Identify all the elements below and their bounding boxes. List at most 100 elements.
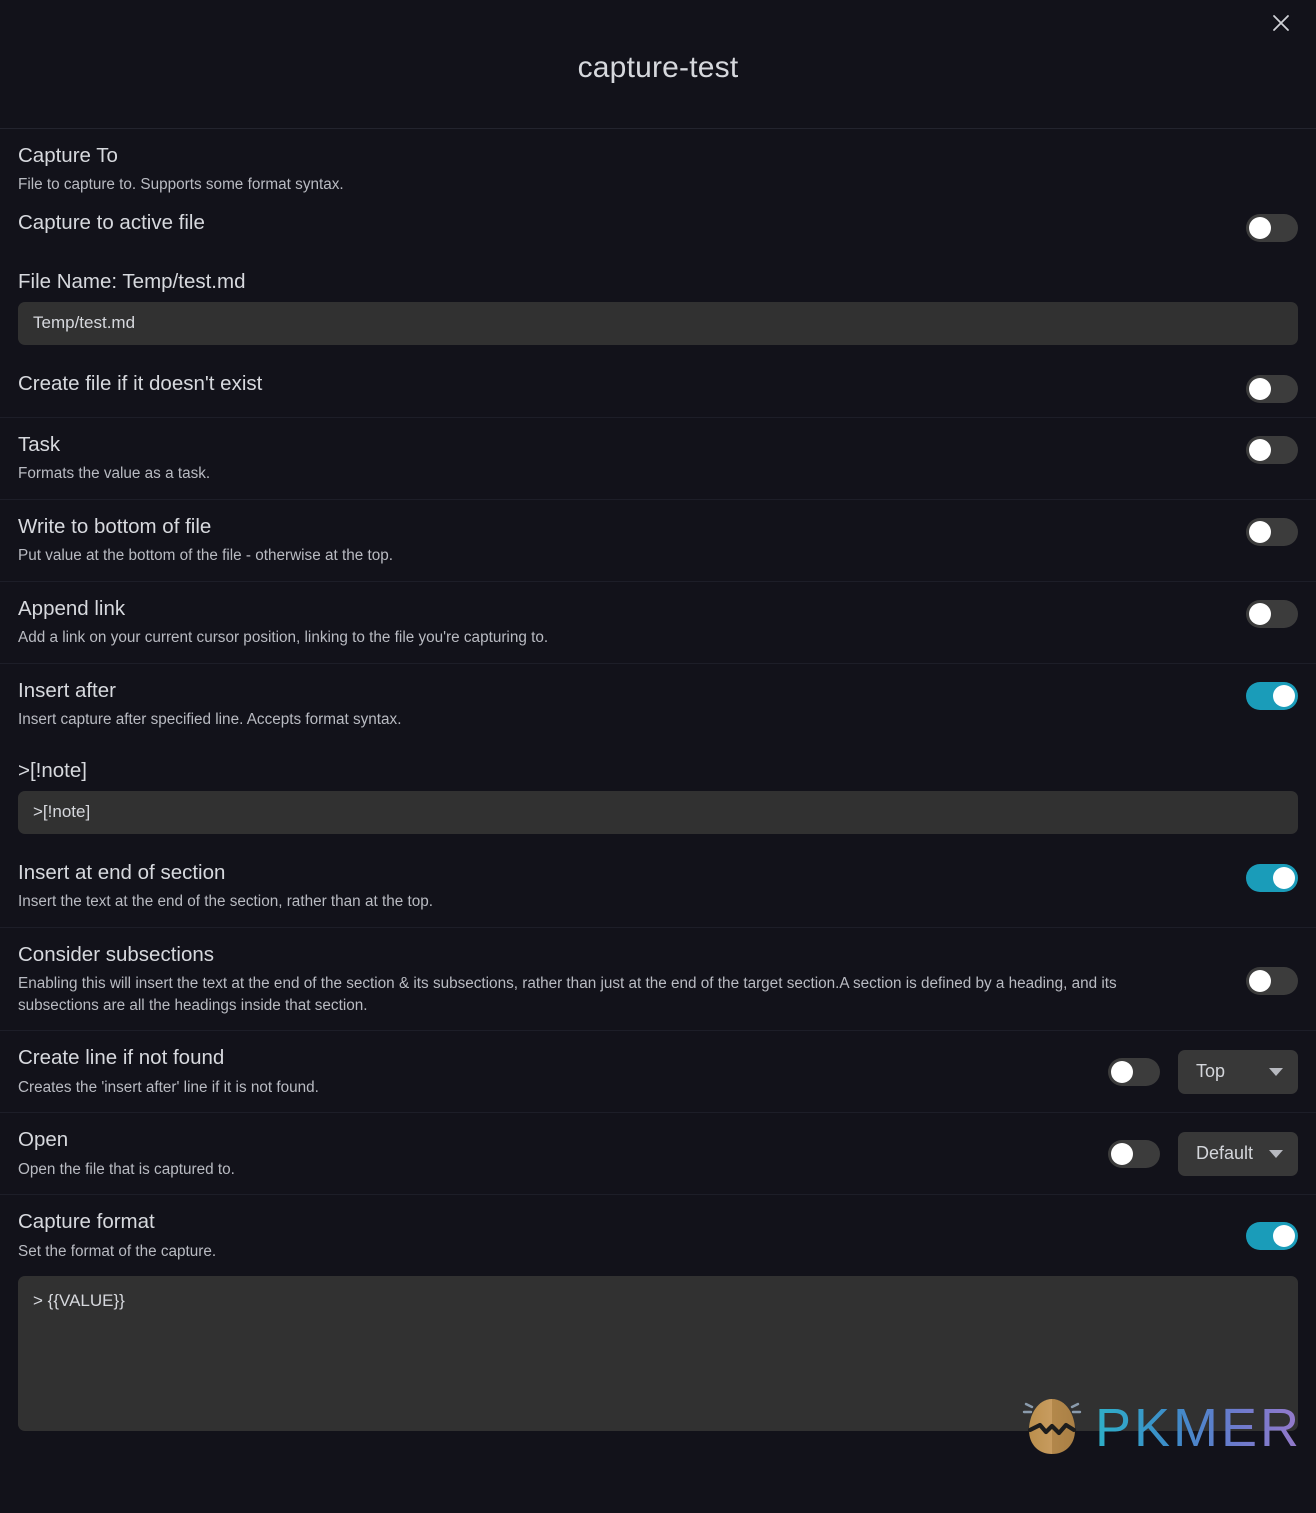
setting-name-open: Open bbox=[18, 1128, 69, 1152]
setting-row-create-file: Create file if it doesn't exist bbox=[0, 357, 1316, 418]
setting-control bbox=[1246, 371, 1298, 403]
file-name-block: File Name: Temp/test.md bbox=[0, 256, 1316, 345]
setting-name-append-link: Append link bbox=[18, 596, 126, 620]
setting-control bbox=[1246, 1221, 1298, 1250]
setting-name-capture-to: Capture To bbox=[18, 144, 118, 167]
setting-name-create-line-if-not-found: Create line if not found bbox=[18, 1046, 225, 1070]
setting-desc-capture-format: Set the format of the capture. bbox=[18, 1242, 217, 1260]
setting-control bbox=[1246, 210, 1298, 242]
setting-desc-open: Open the file that is captured to. bbox=[18, 1160, 235, 1178]
setting-name-task: Task bbox=[18, 432, 61, 456]
chevron-down-icon bbox=[1269, 1067, 1283, 1076]
setting-row-consider-subsections: Consider subsections Enabling this will … bbox=[0, 928, 1316, 1032]
setting-name-create-file: Create file if it doesn't exist bbox=[18, 371, 263, 395]
toggle-knob bbox=[1273, 866, 1295, 889]
setting-info: Create line if not found Creates the 'in… bbox=[18, 1045, 1108, 1098]
file-name-input[interactable] bbox=[18, 301, 1298, 345]
toggle-open[interactable] bbox=[1107, 1139, 1160, 1168]
setting-row-insert-at-end-of-section: Insert at end of section Insert the text… bbox=[0, 846, 1316, 928]
setting-info: Capture format Set the format of the cap… bbox=[18, 1209, 1198, 1262]
toggle-knob bbox=[1111, 1060, 1133, 1083]
insert-after-input[interactable] bbox=[18, 790, 1298, 834]
setting-name-insert-after: Insert after bbox=[18, 678, 116, 702]
close-icon bbox=[1270, 12, 1292, 34]
toggle-task[interactable] bbox=[1246, 435, 1298, 464]
chevron-down-icon bbox=[1269, 1149, 1283, 1158]
dropdown-create-line-position[interactable]: Top bbox=[1178, 1049, 1298, 1094]
toggle-knob bbox=[1110, 1142, 1133, 1165]
toggle-knob bbox=[1249, 520, 1271, 543]
setting-name-capture-to-active-file: Capture to active file bbox=[18, 210, 205, 234]
setting-row-write-to-bottom: Write to bottom of file Put value at the… bbox=[0, 500, 1316, 582]
setting-row-append-link: Append link Add a link on your current c… bbox=[0, 582, 1316, 664]
close-button[interactable] bbox=[1266, 8, 1296, 38]
setting-info: Write to bottom of file Put value at the… bbox=[18, 514, 1198, 567]
toggle-consider-subsections[interactable] bbox=[1246, 967, 1298, 996]
capture-format-block bbox=[0, 1276, 1316, 1432]
setting-control bbox=[1246, 860, 1298, 892]
setting-control bbox=[1246, 514, 1298, 546]
capture-settings-modal: capture-test Capture To File to capture … bbox=[0, 0, 1316, 1513]
setting-control: Top bbox=[1108, 1049, 1298, 1094]
setting-name-write-to-bottom: Write to bottom of file bbox=[18, 514, 212, 538]
setting-row-insert-after: Insert after Insert capture after specif… bbox=[0, 664, 1316, 745]
setting-info: Create file if it doesn't exist bbox=[18, 371, 1198, 397]
toggle-insert-after[interactable] bbox=[1246, 681, 1298, 710]
setting-desc-consider-subsections: Enabling this will insert the text at th… bbox=[18, 974, 1117, 1014]
setting-row-create-line-if-not-found: Create line if not found Creates the 'in… bbox=[0, 1031, 1316, 1114]
setting-info: Consider subsections Enabling this will … bbox=[18, 942, 1198, 1017]
setting-desc-write-to-bottom: Put value at the bottom of the file - ot… bbox=[18, 547, 393, 565]
dropdown-value-open-mode: Default bbox=[1195, 1143, 1253, 1164]
setting-control bbox=[1246, 596, 1298, 628]
setting-desc-capture-to: File to capture to. Supports some format… bbox=[18, 176, 344, 194]
capture-format-textarea[interactable] bbox=[18, 1276, 1298, 1432]
toggle-capture-to-active-file[interactable] bbox=[1246, 213, 1298, 242]
setting-info: Capture To File to capture to. Supports … bbox=[18, 143, 1198, 196]
setting-control: Default bbox=[1107, 1131, 1298, 1176]
setting-desc-create-line-if-not-found: Creates the 'insert after' line if it is… bbox=[18, 1078, 319, 1096]
toggle-knob bbox=[1249, 377, 1271, 400]
setting-name-insert-at-end-of-section: Insert at end of section bbox=[18, 860, 226, 884]
toggle-knob bbox=[1249, 602, 1271, 625]
settings-list: Capture To File to capture to. Supports … bbox=[0, 129, 1316, 1432]
dropdown-open-mode[interactable]: Default bbox=[1177, 1131, 1298, 1176]
toggle-knob bbox=[1249, 216, 1271, 239]
modal-title: capture-test bbox=[577, 51, 739, 84]
file-name-label: File Name: Temp/test.md bbox=[18, 269, 246, 293]
dropdown-value-create-line-position: Top bbox=[1196, 1061, 1226, 1082]
setting-info: Open Open the file that is captured to. bbox=[18, 1127, 1108, 1180]
setting-info: Capture to active file bbox=[18, 210, 1198, 236]
toggle-knob bbox=[1249, 970, 1271, 993]
toggle-create-line-if-not-found[interactable] bbox=[1108, 1057, 1160, 1086]
setting-name-consider-subsections: Consider subsections bbox=[18, 942, 214, 966]
toggle-knob bbox=[1273, 1224, 1295, 1247]
setting-info: Task Formats the value as a task. bbox=[18, 432, 1198, 485]
setting-desc-insert-after: Insert capture after specified line. Acc… bbox=[18, 711, 402, 729]
setting-desc-append-link: Add a link on your current cursor positi… bbox=[18, 629, 549, 647]
toggle-append-link[interactable] bbox=[1246, 599, 1298, 628]
setting-control bbox=[1246, 678, 1298, 710]
setting-desc-task: Formats the value as a task. bbox=[18, 465, 211, 483]
setting-row-open: Open Open the file that is captured to. … bbox=[0, 1113, 1316, 1196]
setting-row-task: Task Formats the value as a task. bbox=[0, 418, 1316, 500]
toggle-knob bbox=[1249, 438, 1271, 461]
toggle-create-file[interactable] bbox=[1246, 374, 1298, 403]
setting-desc-insert-at-end-of-section: Insert the text at the end of the sectio… bbox=[18, 893, 433, 910]
setting-row-capture-to-active-file: Capture to active file bbox=[0, 196, 1316, 256]
setting-control bbox=[1246, 432, 1298, 464]
setting-row-capture-to: Capture To File to capture to. Supports … bbox=[0, 129, 1316, 196]
setting-control bbox=[1246, 963, 1298, 996]
setting-info: Append link Add a link on your current c… bbox=[18, 596, 1198, 649]
toggle-knob bbox=[1273, 684, 1295, 707]
setting-row-capture-format: Capture format Set the format of the cap… bbox=[0, 1195, 1316, 1276]
toggle-write-to-bottom[interactable] bbox=[1246, 517, 1298, 546]
setting-info: Insert at end of section Insert the text… bbox=[18, 860, 1198, 913]
toggle-insert-at-end-of-section[interactable] bbox=[1246, 863, 1298, 892]
setting-name-capture-format: Capture format bbox=[18, 1210, 155, 1234]
setting-info: Insert after Insert capture after specif… bbox=[18, 678, 1198, 731]
insert-after-block: >[!note] bbox=[0, 745, 1316, 834]
insert-after-label: >[!note] bbox=[18, 758, 87, 782]
toggle-capture-format[interactable] bbox=[1246, 1221, 1298, 1250]
